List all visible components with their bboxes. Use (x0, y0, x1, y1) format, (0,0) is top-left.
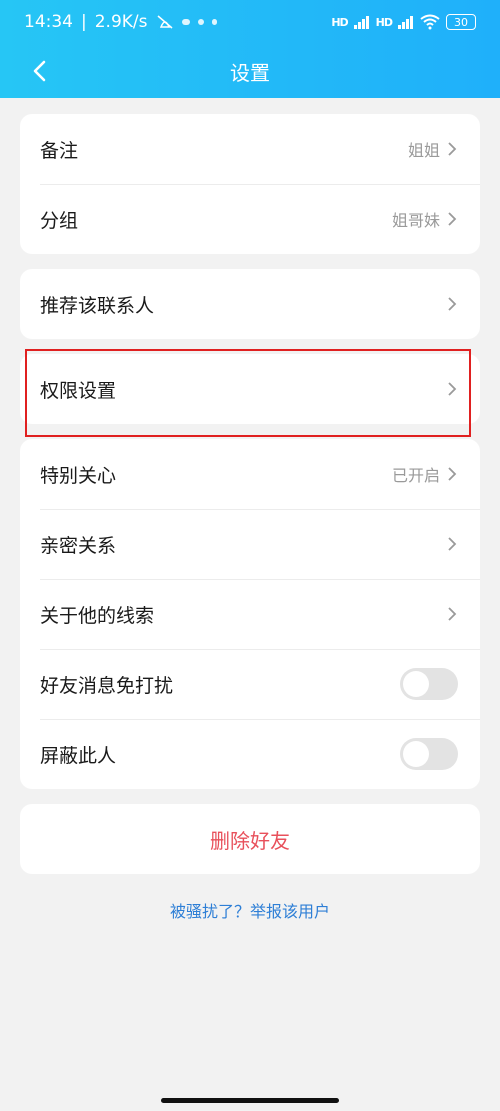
do-not-disturb-toggle[interactable] (400, 668, 458, 700)
row-label: 好友消息免打扰 (40, 674, 174, 697)
battery-level: 30 (454, 15, 468, 29)
signal-bars-icon (353, 16, 369, 29)
chevron-left-icon (33, 60, 46, 82)
row-remark[interactable]: 备注 姐姐 (20, 114, 480, 184)
network-speed: 2.9K/s (94, 12, 148, 32)
home-indicator[interactable] (161, 1098, 339, 1103)
delete-friend-button[interactable]: 删除好友 (20, 804, 480, 874)
page-title: 设置 (230, 60, 270, 85)
toggle-knob (403, 741, 429, 767)
row-permission-settings[interactable]: 权限设置 (20, 354, 480, 424)
row-label: 关于他的线索 (40, 604, 155, 627)
battery-icon: 30 (446, 14, 476, 30)
signal-icon: HD (375, 15, 393, 29)
row-label: 屏蔽此人 (40, 744, 117, 767)
row-label: 分组 (40, 209, 79, 232)
report-user-link[interactable]: 被骚扰了？举报该用户 (0, 898, 500, 922)
row-clues-about-him[interactable]: 关于他的线索 (20, 579, 480, 649)
chevron-right-icon (448, 467, 457, 481)
notification-icon (197, 19, 204, 25)
signal-bars-icon (398, 16, 413, 29)
card-permissions: 权限设置 (20, 354, 480, 424)
row-intimate-relationship[interactable]: 亲密关系 (20, 509, 480, 579)
row-block-user: 屏蔽此人 (20, 719, 480, 789)
chevron-right-icon (448, 142, 457, 156)
row-label: 亲密关系 (40, 534, 117, 557)
block-user-toggle[interactable] (400, 738, 458, 770)
back-button[interactable] (20, 52, 58, 90)
signal-icon: HD (331, 15, 348, 29)
header-bar: 14:34 | 2.9K/s HD HD 30 设置 (0, 0, 500, 98)
toggle-knob (403, 671, 429, 697)
mute-icon (157, 15, 173, 29)
row-label: 权限设置 (40, 379, 117, 402)
row-recommend-contact[interactable]: 推荐该联系人 (20, 269, 480, 339)
card-other-settings: 特别关心 已开启 亲密关系 关于他的线索 好友消息免打扰 屏蔽此人 (20, 439, 480, 789)
row-label: 推荐该联系人 (40, 294, 155, 317)
delete-friend-label: 删除好友 (210, 828, 290, 853)
chevron-right-icon (448, 382, 457, 396)
chevron-right-icon (448, 607, 457, 621)
notification-icon (181, 19, 190, 25)
status-time: 14:34 (24, 12, 73, 32)
navigation-bar: 设置 (0, 44, 500, 98)
wifi-icon (420, 14, 440, 30)
chevron-right-icon (448, 297, 457, 311)
card-basic-info: 备注 姐姐 分组 姐哥妹 (20, 114, 480, 254)
chevron-right-icon (448, 537, 457, 551)
notification-icon (211, 19, 217, 25)
row-value: 已开启 (391, 466, 440, 485)
row-special-care[interactable]: 特别关心 已开启 (20, 439, 480, 509)
chevron-right-icon (448, 212, 457, 226)
row-group[interactable]: 分组 姐哥妹 (20, 184, 480, 254)
row-label: 特别关心 (40, 464, 117, 487)
row-value: 姐哥妹 (391, 211, 440, 230)
row-label: 备注 (40, 139, 79, 162)
status-bar: 14:34 | 2.9K/s HD HD 30 (0, 0, 500, 44)
card-recommend: 推荐该联系人 (20, 269, 480, 339)
row-value: 姐姐 (407, 141, 440, 160)
row-do-not-disturb: 好友消息免打扰 (20, 649, 480, 719)
